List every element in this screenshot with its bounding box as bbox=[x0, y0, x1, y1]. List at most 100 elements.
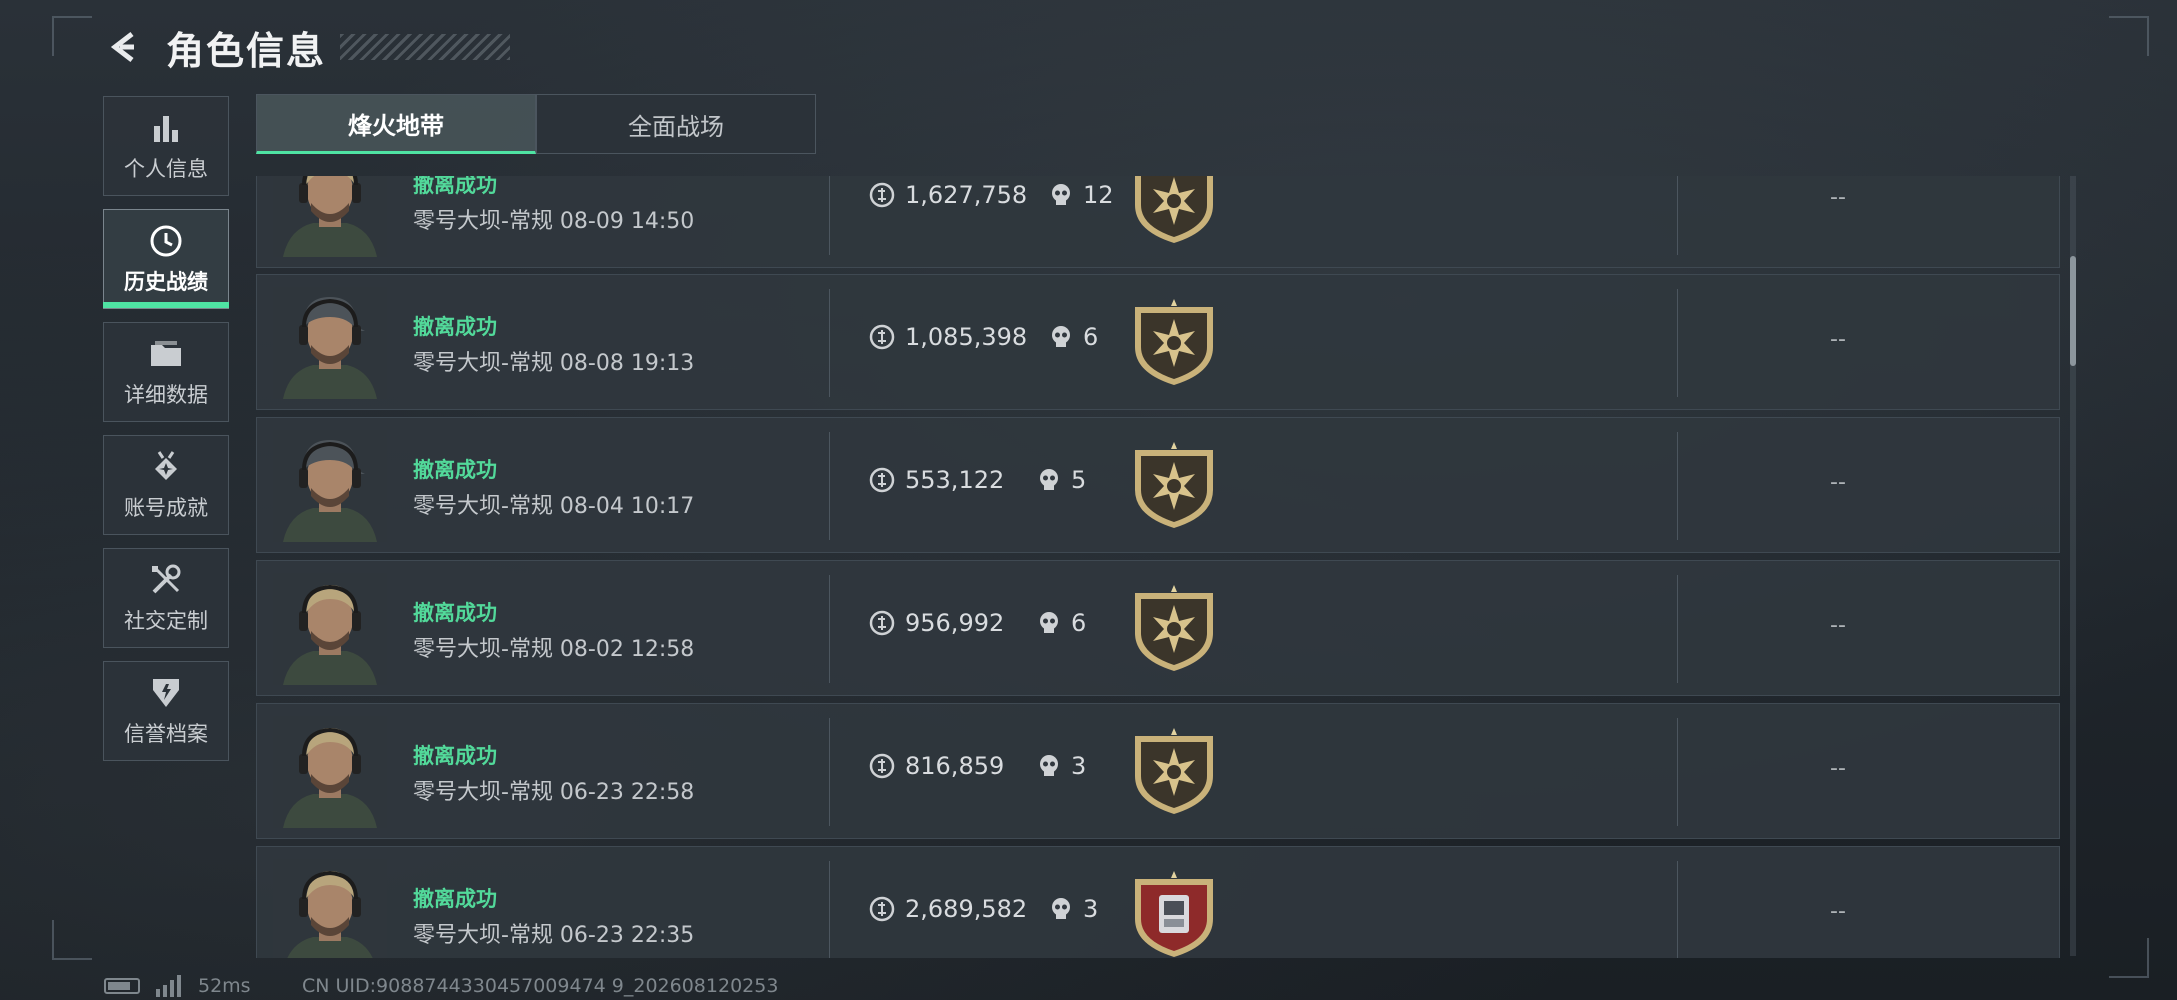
kill-count-text: 6 bbox=[1071, 609, 1087, 637]
kill-count-text: 6 bbox=[1083, 323, 1099, 351]
loot-value-text: 1,627,758 bbox=[905, 181, 1028, 209]
sidebar-item-social[interactable]: 社交定制 bbox=[103, 548, 229, 648]
column-divider bbox=[829, 289, 830, 397]
back-button[interactable] bbox=[104, 27, 144, 67]
match-row[interactable]: 撤离成功 零号大坝-常规 08-08 19:13 1,085,398 6 -- bbox=[256, 274, 2060, 410]
column-divider bbox=[1677, 718, 1678, 826]
shield-icon bbox=[147, 674, 185, 712]
title-decoration bbox=[340, 34, 511, 60]
kill-count: 3 bbox=[1037, 752, 1086, 780]
loot-value: 2,689,582 bbox=[869, 895, 1027, 923]
skull-icon bbox=[1040, 612, 1058, 633]
scrollbar[interactable] bbox=[2070, 176, 2076, 956]
column-divider bbox=[1677, 575, 1678, 683]
frame-corner-bottom-left bbox=[52, 920, 92, 960]
sidebar-item-achievements[interactable]: 账号成就 bbox=[103, 435, 229, 535]
skull-icon bbox=[1040, 755, 1058, 776]
loot-value-text: 956,992 bbox=[905, 609, 1005, 637]
extra-info: -- bbox=[1830, 327, 1846, 352]
tools-icon bbox=[147, 561, 185, 599]
map-and-time: 零号大坝-常规 08-09 14:50 bbox=[413, 209, 695, 234]
loot-value-text: 553,122 bbox=[905, 466, 1005, 494]
loot-value-text: 1,085,398 bbox=[905, 323, 1028, 351]
operator-avatar bbox=[273, 573, 387, 685]
extraction-status: 撤离成功 bbox=[413, 176, 497, 197]
gold-emblem-icon bbox=[1135, 299, 1213, 385]
tab-beacon-zone[interactable]: 烽火地带 bbox=[256, 94, 536, 154]
gold-emblem-icon bbox=[1135, 728, 1213, 814]
tab-all-out-war[interactable]: 全面战场 bbox=[536, 94, 816, 154]
extraction-status: 撤离成功 bbox=[413, 315, 497, 339]
kill-count: 6 bbox=[1037, 609, 1086, 637]
kill-count: 12 bbox=[1049, 181, 1114, 209]
frame-corner-top-left bbox=[52, 16, 92, 56]
column-divider bbox=[1677, 289, 1678, 397]
operator-avatar bbox=[273, 287, 387, 399]
sidebar-item-reputation[interactable]: 信誉档案 bbox=[103, 661, 229, 761]
back-arrow-icon bbox=[110, 32, 134, 62]
match-row[interactable]: 撤离成功 零号大坝-常规 08-02 12:58 956,992 6 -- bbox=[256, 560, 2060, 696]
uid-text: CN UID:9088744330457009474 9_20260812025… bbox=[302, 975, 779, 997]
battery-icon bbox=[104, 978, 140, 994]
column-divider bbox=[829, 176, 830, 255]
skull-icon bbox=[1040, 469, 1058, 490]
ping-text: 52ms bbox=[198, 975, 251, 997]
gold-emblem-icon bbox=[1135, 585, 1213, 671]
column-divider bbox=[1677, 176, 1678, 255]
bar-chart-icon bbox=[147, 109, 185, 147]
match-row[interactable]: 撤离成功 零号大坝-常规 08-04 10:17 553,122 5 -- bbox=[256, 417, 2060, 553]
signal-icon bbox=[156, 975, 181, 997]
gold-emblem-icon bbox=[1135, 442, 1213, 528]
sidebar-item-label: 历史战绩 bbox=[124, 270, 208, 294]
loot-value-text: 816,859 bbox=[905, 752, 1005, 780]
sidebar-item-history[interactable]: 历史战绩 bbox=[103, 209, 229, 309]
red-emblem-icon bbox=[1135, 871, 1213, 957]
column-divider bbox=[829, 432, 830, 540]
match-row[interactable]: 撤离成功 零号大坝-常规 08-09 14:50 1,627,758 12 -- bbox=[256, 176, 2060, 268]
extra-info: -- bbox=[1830, 185, 1846, 210]
kill-count-text: 3 bbox=[1083, 895, 1099, 923]
match-history-list[interactable]: 撤离成功 零号大坝-常规 08-09 14:50 1,627,758 12 --… bbox=[256, 176, 2060, 958]
currency-icon bbox=[869, 182, 895, 208]
skull-icon bbox=[1052, 898, 1070, 919]
medal-icon bbox=[147, 448, 185, 486]
map-and-time: 零号大坝-常规 08-02 12:58 bbox=[413, 637, 695, 662]
currency-icon bbox=[869, 467, 895, 493]
page-title: 角色信息 bbox=[166, 28, 327, 73]
operator-avatar bbox=[273, 176, 387, 257]
gold-emblem-icon bbox=[1135, 176, 1213, 243]
currency-icon bbox=[869, 753, 895, 779]
sidebar-item-label: 详细数据 bbox=[124, 383, 208, 407]
extra-info: -- bbox=[1830, 899, 1846, 924]
loot-value: 816,859 bbox=[869, 752, 1004, 780]
column-divider bbox=[1677, 432, 1678, 540]
column-divider bbox=[829, 861, 830, 958]
skull-icon bbox=[1052, 326, 1070, 347]
extraction-status: 撤离成功 bbox=[413, 601, 497, 625]
currency-icon bbox=[869, 324, 895, 350]
scrollbar-thumb[interactable] bbox=[2070, 256, 2076, 366]
map-and-time: 零号大坝-常规 06-23 22:35 bbox=[413, 923, 695, 948]
folder-icon bbox=[147, 335, 185, 373]
match-row[interactable]: 撤离成功 零号大坝-常规 06-23 22:35 2,689,582 3 -- bbox=[256, 846, 2060, 958]
currency-icon bbox=[869, 896, 895, 922]
extra-info: -- bbox=[1830, 756, 1846, 781]
sidebar-item-profile[interactable]: 个人信息 bbox=[103, 96, 229, 196]
status-footer: 52ms bbox=[104, 975, 251, 997]
clock-icon bbox=[147, 222, 185, 260]
map-and-time: 零号大坝-常规 08-04 10:17 bbox=[413, 494, 695, 519]
loot-value: 1,085,398 bbox=[869, 323, 1027, 351]
kill-count: 5 bbox=[1037, 466, 1086, 494]
currency-icon bbox=[869, 610, 895, 636]
loot-value: 1,627,758 bbox=[869, 181, 1027, 209]
extraction-status: 撤离成功 bbox=[413, 744, 497, 768]
sidebar-item-label: 社交定制 bbox=[124, 609, 208, 633]
kill-count: 6 bbox=[1049, 323, 1098, 351]
loot-value-text: 2,689,582 bbox=[905, 895, 1028, 923]
sidebar-item-details[interactable]: 详细数据 bbox=[103, 322, 229, 422]
mode-tabs: 烽火地带 全面战场 bbox=[256, 94, 816, 154]
kill-count-text: 12 bbox=[1083, 181, 1114, 209]
operator-avatar bbox=[273, 859, 387, 958]
sidebar-item-label: 账号成就 bbox=[124, 496, 208, 520]
match-row[interactable]: 撤离成功 零号大坝-常规 06-23 22:58 816,859 3 -- bbox=[256, 703, 2060, 839]
